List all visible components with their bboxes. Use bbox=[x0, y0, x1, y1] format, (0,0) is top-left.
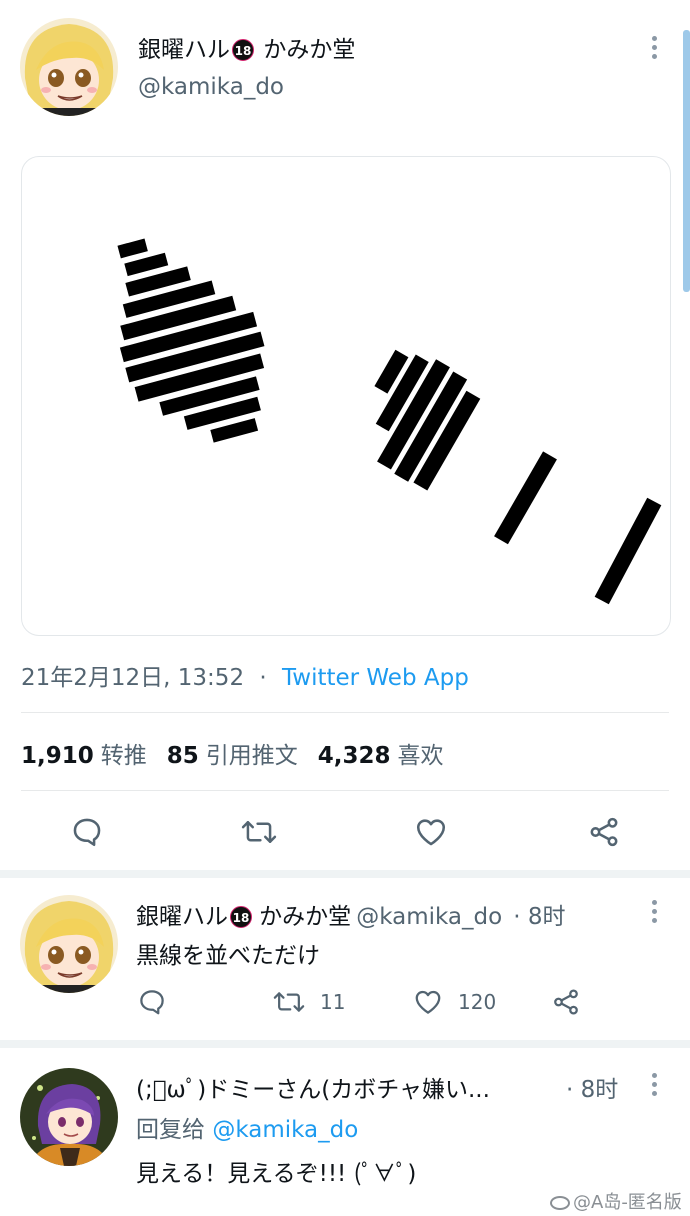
avatar-illustration-icon bbox=[20, 18, 118, 116]
share-icon[interactable] bbox=[550, 987, 582, 1017]
watermark-text: @A岛-匿名版 bbox=[573, 1192, 682, 1213]
tweet-timestamp[interactable]: 21年2月12日, 13:52 bbox=[21, 665, 244, 691]
meta-separator: · bbox=[259, 665, 267, 691]
reply-author-handle[interactable]: @kamika_do bbox=[356, 904, 502, 930]
age-18-badge-icon: 18 bbox=[230, 906, 252, 928]
retweet-icon[interactable] bbox=[241, 815, 277, 849]
reply-author-name[interactable]: 銀曜ハル bbox=[136, 904, 228, 930]
reply-header: 銀曜ハル 18 かみか堂 @kamika_do · 8时 bbox=[136, 897, 566, 931]
reply-author-name-suffix[interactable]: かみか堂 bbox=[259, 904, 351, 930]
weibo-logo-icon bbox=[550, 1196, 570, 1210]
reply-to-handle[interactable]: @kamika_do bbox=[212, 1117, 358, 1143]
reply-to-label: 回复给 bbox=[136, 1117, 205, 1143]
reply-retweet-count[interactable]: 11 bbox=[320, 990, 345, 1014]
reply-text: 黒線を並べただけ bbox=[136, 943, 320, 969]
scrollbar[interactable] bbox=[683, 30, 690, 292]
likes-label[interactable]: 喜欢 bbox=[398, 743, 444, 769]
retweets-label[interactable]: 转推 bbox=[101, 743, 147, 769]
reply-like-count[interactable]: 120 bbox=[458, 990, 496, 1014]
tweet-stats: 1,910 转推 85 引用推文 4,328 喜欢 bbox=[21, 736, 464, 770]
reply-icon[interactable] bbox=[137, 987, 167, 1017]
avatar-illustration-icon bbox=[20, 895, 118, 993]
tweet-meta: 21年2月12日, 13:52 · Twitter Web App bbox=[21, 658, 469, 692]
divider bbox=[21, 790, 669, 791]
like-icon[interactable] bbox=[412, 987, 444, 1017]
black-lines-artwork bbox=[117, 238, 662, 605]
like-icon[interactable] bbox=[413, 815, 449, 849]
reply-time[interactable]: · 8时 bbox=[566, 1070, 618, 1104]
tweet-source-link[interactable]: Twitter Web App bbox=[282, 665, 469, 691]
reply-author-name[interactable]: (;ﾟωﾟ)ドミーさん(カボチャ嫌い... bbox=[136, 1077, 490, 1103]
reply-text: 見える！見えるぞ!!! (ﾟ∀ﾟ) bbox=[136, 1161, 417, 1187]
author-handle[interactable]: @kamika_do bbox=[138, 74, 284, 100]
share-icon[interactable] bbox=[586, 815, 622, 849]
quotes-label[interactable]: 引用推文 bbox=[206, 743, 298, 769]
reply-time[interactable]: · 8时 bbox=[513, 904, 565, 930]
reply-header: (;ﾟωﾟ)ドミーさん(カボチャ嫌い... bbox=[136, 1070, 490, 1104]
reply-icon[interactable] bbox=[70, 815, 104, 849]
tweet-media-image[interactable] bbox=[21, 156, 671, 636]
author-name-text: 銀曜ハル bbox=[138, 37, 230, 63]
section-separator bbox=[0, 870, 690, 878]
more-options-icon[interactable] bbox=[652, 36, 658, 63]
author-avatar[interactable] bbox=[20, 18, 118, 116]
more-options-icon[interactable] bbox=[652, 1073, 658, 1100]
retweet-icon[interactable] bbox=[273, 987, 305, 1017]
author-name[interactable]: 銀曜ハル 18 かみか堂 bbox=[138, 30, 355, 64]
author-name-suffix: かみか堂 bbox=[263, 37, 356, 63]
divider bbox=[21, 712, 669, 713]
reply-avatar[interactable] bbox=[20, 895, 118, 993]
likes-count[interactable]: 4,328 bbox=[318, 743, 391, 769]
more-options-icon[interactable] bbox=[652, 900, 658, 927]
reply-avatar[interactable] bbox=[20, 1068, 118, 1166]
watermark: @A岛-匿名版 bbox=[550, 1188, 682, 1214]
age-18-badge-icon: 18 bbox=[232, 39, 254, 61]
reply-to-line: 回复给 @kamika_do bbox=[136, 1110, 358, 1144]
avatar-illustration-icon bbox=[20, 1068, 118, 1166]
section-separator bbox=[0, 1040, 690, 1048]
retweets-count[interactable]: 1,910 bbox=[21, 743, 94, 769]
quotes-count[interactable]: 85 bbox=[167, 743, 199, 769]
